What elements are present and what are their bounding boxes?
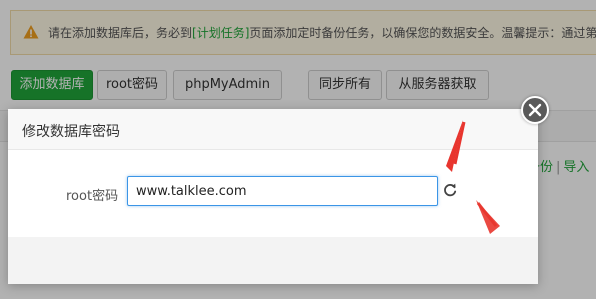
annotation-arrow-upper xyxy=(446,120,463,172)
annotation-arrows xyxy=(446,120,500,234)
